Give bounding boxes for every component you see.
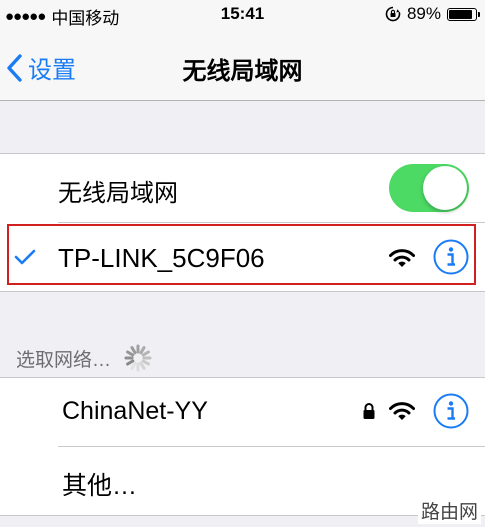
choose-network-header: 选取网络… [16,343,153,373]
info-icon[interactable] [433,393,469,429]
network-row[interactable]: ChinaNet-YY [0,378,485,446]
wifi-signal-icon [389,402,415,420]
other-network-label: 其他… [62,472,138,500]
toggle-knob [423,166,467,210]
other-network-row[interactable]: 其他… [0,447,485,515]
battery-percent: 89% [406,4,441,23]
page-title: 无线局域网 [182,58,303,85]
wifi-toggle-row: 无线局域网 [0,154,485,222]
watermark: 路由网 [417,497,481,524]
status-bar: ●●●●● 中国移动 15:41 89% [0,0,485,30]
choose-network-label: 选取网络… [16,349,112,371]
wifi-settings-group: 无线局域网 TP-LINK_5C9F06 [0,153,485,292]
status-right: 89% [385,4,480,24]
navigation-bar: 设置 无线局域网 [0,30,485,101]
wifi-toggle-label: 无线局域网 [58,180,178,207]
wifi-toggle-switch[interactable] [389,164,469,212]
lock-icon [363,403,375,419]
wifi-signal-icon [389,249,415,267]
loading-spinner-icon [124,344,152,372]
connected-network-name: TP-LINK_5C9F06 [58,243,265,273]
battery-icon [447,7,480,21]
network-name: ChinaNet-YY [62,397,208,425]
checkmark-icon [14,249,36,265]
network-list: ChinaNet-YY 其他… [0,377,485,516]
connected-network-row[interactable]: TP-LINK_5C9F06 [0,223,485,291]
info-icon[interactable] [433,239,469,275]
rotation-lock-icon [385,6,401,22]
